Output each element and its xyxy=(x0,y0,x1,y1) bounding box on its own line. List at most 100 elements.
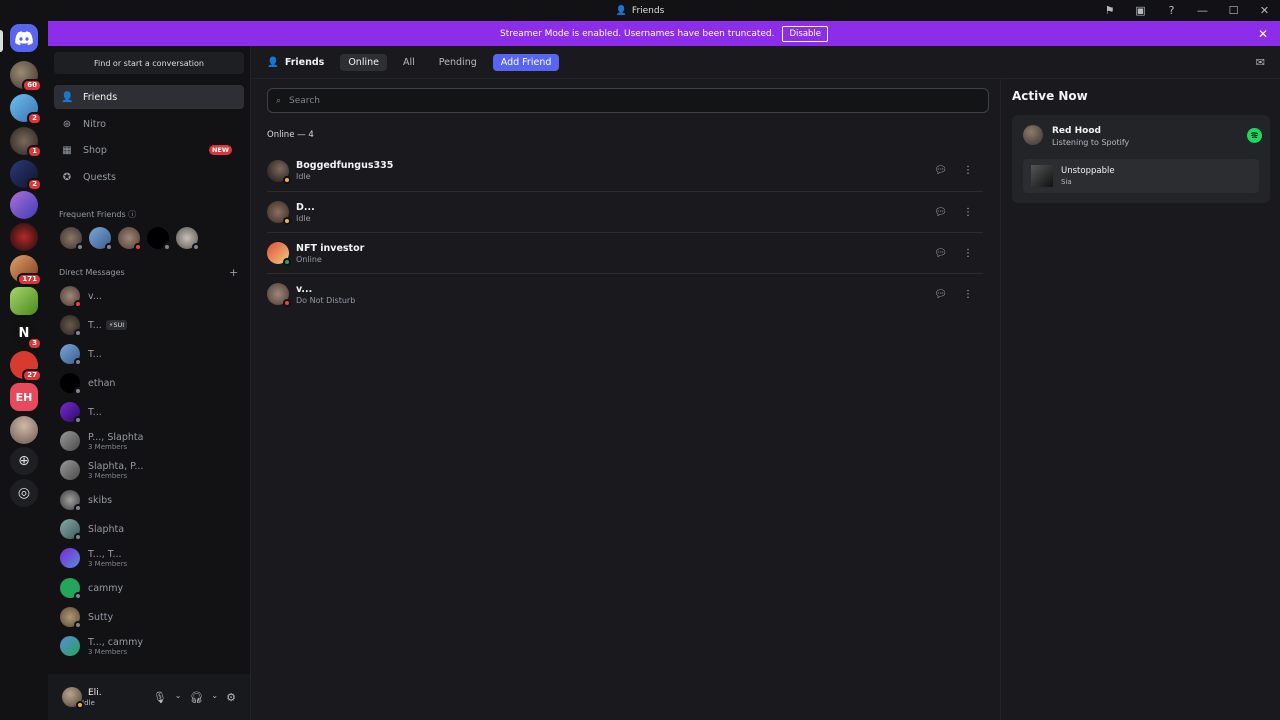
message-icon[interactable]: 💬︎ xyxy=(934,248,947,259)
disable-button[interactable]: Disable xyxy=(782,25,829,42)
friend-row[interactable]: NFT investor Online 💬︎ ⋮ xyxy=(267,232,983,273)
discover-button[interactable]: ◎ xyxy=(10,479,38,507)
add-server-button[interactable]: ⊕ xyxy=(10,447,38,475)
dm-item[interactable]: Sutty xyxy=(54,603,244,631)
screen-icon[interactable]: ▣ xyxy=(1125,0,1156,21)
dm-item[interactable]: Slaphta xyxy=(54,515,244,543)
frequent-friend-avatar[interactable] xyxy=(118,227,142,251)
frequent-friend-avatar[interactable] xyxy=(60,227,84,251)
more-options-icon[interactable]: ⋮ xyxy=(963,248,973,259)
headphones-icon[interactable]: 🎧︎ xyxy=(189,691,203,704)
help-icon[interactable]: ? xyxy=(1156,0,1187,21)
message-icon[interactable]: 💬︎ xyxy=(934,289,947,300)
active-now-panel: Active Now Red Hood Listening to Spotify… xyxy=(1000,79,1280,720)
nav-nitro[interactable]: ⊛ Nitro xyxy=(54,112,244,136)
close-icon[interactable]: ✕ xyxy=(1258,27,1268,41)
dm-item[interactable]: T..., T... 3 Members xyxy=(54,544,244,572)
avatar xyxy=(60,490,82,512)
server-icon[interactable]: 2 xyxy=(10,94,42,125)
chevron-down-icon[interactable]: ⌄ xyxy=(175,691,182,704)
server-icon[interactable]: 1 xyxy=(10,127,42,158)
selected-pill xyxy=(0,30,3,52)
friend-row[interactable]: v... Do Not Disturb 💬︎ ⋮ xyxy=(267,273,983,314)
new-group-dm-icon[interactable]: ✉ xyxy=(1256,56,1265,69)
message-icon[interactable]: 💬︎ xyxy=(934,165,947,176)
dm-item[interactable]: P..., Slaphta 3 Members xyxy=(54,427,244,455)
discord-home-button[interactable] xyxy=(10,24,38,52)
group-avatar xyxy=(60,431,80,451)
dm-item[interactable]: T..., cammy 3 Members xyxy=(54,632,244,660)
server-icon[interactable]: N3 xyxy=(10,319,42,350)
server-icon[interactable]: 60 xyxy=(10,61,42,92)
add-friend-button[interactable]: Add Friend xyxy=(492,53,560,71)
friends-icon: 👤 xyxy=(267,56,279,68)
discord-logo-icon xyxy=(15,31,33,45)
microphone-icon[interactable]: 🎙︎ xyxy=(153,691,167,704)
dm-item[interactable]: v... xyxy=(54,282,244,310)
server-icon[interactable] xyxy=(10,287,38,315)
dm-item[interactable]: T... ⚡SUI xyxy=(54,311,244,339)
avatar xyxy=(60,315,82,337)
server-icon[interactable]: 2 xyxy=(10,160,42,191)
frequent-friend-avatar[interactable] xyxy=(176,227,200,251)
frequent-friend-avatar[interactable] xyxy=(147,227,171,251)
now-playing-track[interactable]: Unstoppable Sia xyxy=(1023,159,1259,193)
direct-messages-header: Direct Messages + xyxy=(59,266,239,279)
spotify-icon xyxy=(1247,128,1262,143)
server-icon[interactable] xyxy=(10,223,38,251)
dm-item[interactable]: ethan xyxy=(54,369,244,397)
dm-item[interactable]: Slaphta, P... 3 Members xyxy=(54,456,244,484)
find-conversation-button[interactable]: Find or start a conversation xyxy=(54,52,244,74)
chevron-down-icon[interactable]: ⌄ xyxy=(211,691,218,704)
avatar xyxy=(267,201,291,225)
settings-gear-icon[interactable]: ⚙ xyxy=(226,691,236,704)
tab-pending[interactable]: Pending xyxy=(431,54,485,71)
window-title: 👤 Friends xyxy=(615,5,665,16)
close-window-button[interactable]: ✕ xyxy=(1249,0,1280,21)
dm-item[interactable]: T... xyxy=(54,398,244,426)
server-icon[interactable]: 171 xyxy=(10,255,42,286)
more-options-icon[interactable]: ⋮ xyxy=(963,289,973,300)
dm-sidebar: Find or start a conversation 👤 Friends ⊛… xyxy=(48,46,250,720)
user-avatar[interactable] xyxy=(62,687,84,709)
streamer-mode-banner: Streamer Mode is enabled. Usernames have… xyxy=(48,21,1280,46)
friends-search-input[interactable]: ⌕ Search xyxy=(267,88,989,113)
avatar xyxy=(60,344,82,366)
search-icon: ⌕ xyxy=(276,95,282,106)
friend-row[interactable]: D... Idle 💬︎ ⋮ xyxy=(267,191,983,232)
create-dm-icon[interactable]: + xyxy=(229,266,238,279)
message-icon[interactable]: 💬︎ xyxy=(934,207,947,218)
dm-item[interactable]: skibs xyxy=(54,486,244,514)
username: Eli. xyxy=(88,687,102,698)
online-count-header: Online — 4 xyxy=(267,130,314,140)
dm-item[interactable]: T... xyxy=(54,340,244,368)
server-icon[interactable]: EH xyxy=(10,383,38,411)
plus-icon: ⊕ xyxy=(18,453,30,469)
nav-friends[interactable]: 👤 Friends xyxy=(54,85,244,109)
tab-online[interactable]: Online xyxy=(340,53,387,71)
page-title: 👤 Friends xyxy=(267,56,325,68)
activity-card[interactable]: Red Hood Listening to Spotify Unstoppabl… xyxy=(1012,115,1270,203)
group-avatar xyxy=(60,548,80,568)
user-status: Idle xyxy=(82,698,95,707)
frequent-friend-avatar[interactable] xyxy=(89,227,113,251)
dm-item[interactable]: cammy xyxy=(54,574,244,602)
more-options-icon[interactable]: ⋮ xyxy=(963,165,973,176)
maximize-button[interactable]: ☐ xyxy=(1218,0,1249,21)
nav-quests[interactable]: ✪ Quests xyxy=(54,165,244,189)
friends-topbar: 👤 Friends Online All Pending Add Friend … xyxy=(251,46,1280,79)
more-options-icon[interactable]: ⋮ xyxy=(963,207,973,218)
server-icon[interactable] xyxy=(10,416,38,444)
shop-icon: ▦ xyxy=(62,144,72,156)
avatar xyxy=(60,402,82,424)
info-icon: ⓘ xyxy=(128,210,137,219)
inbox-icon[interactable]: ⚑ xyxy=(1094,0,1125,21)
server-icon[interactable]: 27 xyxy=(10,351,42,382)
friend-row[interactable]: Boggedfungus335 Idle 💬︎ ⋮ xyxy=(267,150,983,191)
tab-all[interactable]: All xyxy=(395,54,423,71)
nav-shop[interactable]: ▦ Shop NEW xyxy=(54,138,244,162)
minimize-button[interactable]: — xyxy=(1187,0,1218,21)
quests-icon: ✪ xyxy=(62,171,72,183)
server-icon[interactable] xyxy=(10,191,38,219)
avatar xyxy=(60,578,82,600)
